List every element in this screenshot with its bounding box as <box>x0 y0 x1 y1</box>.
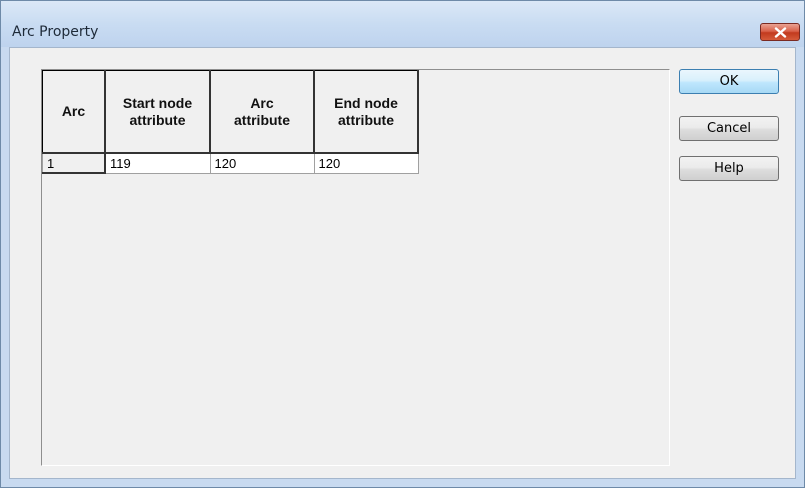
column-header-text: attribute <box>234 111 290 128</box>
arc-attribute-cell[interactable]: 120 <box>209 152 315 174</box>
column-header-text: attribute <box>129 111 186 128</box>
column-header-text: Arc <box>250 94 274 111</box>
table-row: 1 119 120 120 <box>42 152 419 174</box>
column-header-text: Start node <box>122 94 193 111</box>
window-title: Arc Property <box>12 24 99 40</box>
cancel-button[interactable]: Cancel <box>679 116 779 141</box>
start-node-attribute-cell[interactable]: 119 <box>104 152 211 174</box>
column-header-start-node-attribute[interactable]: Start node attribute <box>104 70 211 154</box>
column-header-text: End node <box>334 94 398 111</box>
title-bar[interactable]: Arc Property <box>1 1 804 47</box>
ok-button[interactable]: OK <box>679 69 779 94</box>
property-grid[interactable]: Arc Start node attribute Arc attribute E… <box>41 69 670 466</box>
arc-table: Arc Start node attribute Arc attribute E… <box>42 70 419 174</box>
header-row: Arc Start node attribute Arc attribute E… <box>42 70 419 154</box>
column-header-arc-attribute[interactable]: Arc attribute <box>209 70 315 154</box>
column-header-text: attribute <box>338 111 394 128</box>
column-header-end-node-attribute[interactable]: End node attribute <box>313 70 419 154</box>
column-header-text: Arc <box>61 103 86 119</box>
close-button[interactable] <box>760 23 800 41</box>
dialog-window: Arc Property Arc Start node attribute Ar… <box>0 0 805 488</box>
column-header-arc[interactable]: Arc <box>42 70 106 154</box>
help-button[interactable]: Help <box>679 156 779 181</box>
close-icon <box>774 27 787 38</box>
dialog-client-area: Arc Start node attribute Arc attribute E… <box>9 47 796 479</box>
row-header-cell[interactable]: 1 <box>42 152 106 174</box>
end-node-attribute-cell[interactable]: 120 <box>313 152 419 174</box>
